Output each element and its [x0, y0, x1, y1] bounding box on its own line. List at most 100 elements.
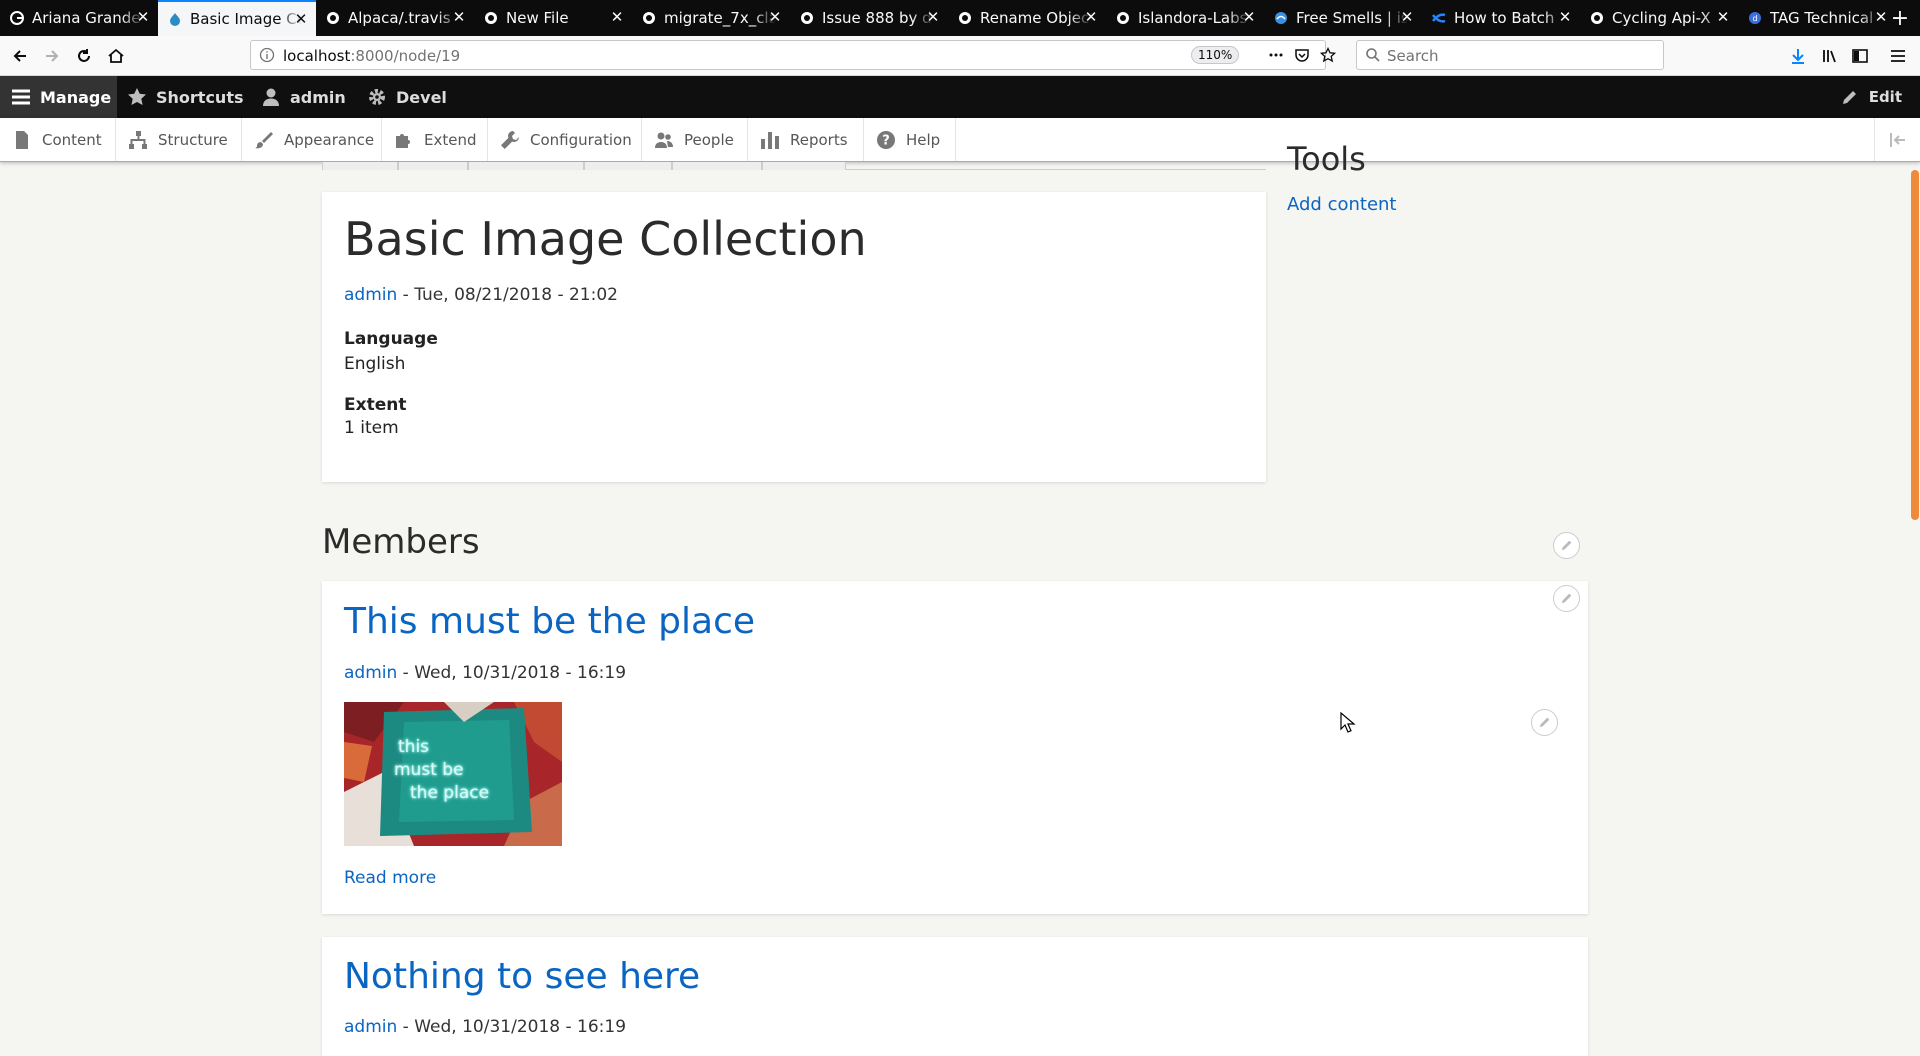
- bookmark-star-icon[interactable]: [1319, 46, 1337, 64]
- mouse-cursor-icon: [1340, 712, 1356, 733]
- star-icon: [126, 86, 148, 108]
- close-tab-icon[interactable]: ✕: [1716, 10, 1730, 25]
- tab-title: New File: [506, 9, 569, 27]
- read-more-link[interactable]: Read more: [344, 868, 436, 888]
- browser-tab[interactable]: Islandora-Labs ✕: [1106, 0, 1264, 36]
- close-tab-icon[interactable]: ✕: [926, 10, 940, 25]
- author-link[interactable]: admin: [344, 285, 397, 305]
- tray-item-label: Help: [906, 130, 941, 149]
- close-tab-icon[interactable]: ✕: [1400, 10, 1414, 25]
- reload-button[interactable]: [72, 44, 96, 68]
- browser-tab[interactable]: Alpaca/.travis ✕: [316, 0, 474, 36]
- author-link[interactable]: admin: [344, 1017, 397, 1037]
- downloads-icon[interactable]: [1788, 46, 1808, 66]
- teaser-title-link[interactable]: Nothing to see here: [344, 956, 700, 997]
- browser-tab-active[interactable]: Basic Image Collection ✕: [158, 0, 316, 36]
- tab-title: Rename Objects: [980, 9, 1092, 27]
- local-task-tab[interactable]: [468, 162, 584, 170]
- browser-tab[interactable]: Issue 888 by d ✕: [790, 0, 948, 36]
- back-button[interactable]: [8, 44, 32, 68]
- admin-toolbar-tray: Content Structure Appearance Extend Conf…: [0, 118, 1920, 162]
- browser-tab[interactable]: d TAG Technical ✕: [1738, 0, 1896, 36]
- tray-item-people[interactable]: People: [642, 118, 748, 161]
- tray-item-configuration[interactable]: Configuration: [488, 118, 642, 161]
- bar-chart-icon: [760, 129, 780, 151]
- confluence-icon: [1432, 11, 1446, 25]
- local-task-tab[interactable]: [584, 162, 672, 170]
- members-heading: Members: [322, 522, 480, 562]
- add-content-link[interactable]: Add content: [1287, 194, 1397, 215]
- scrollbar-thumb[interactable]: [1911, 170, 1919, 520]
- toolbar-devel-label: Devel: [396, 87, 447, 107]
- gear-icon: [366, 86, 388, 108]
- close-tab-icon[interactable]: ✕: [1084, 10, 1098, 25]
- github-icon: [642, 11, 656, 25]
- close-tab-icon[interactable]: ✕: [136, 10, 150, 25]
- browser-navigation-bar: localhost:8000/node/19 110% Search: [0, 36, 1920, 76]
- neon-line: this: [398, 737, 430, 757]
- github-icon: [958, 11, 972, 25]
- zoom-level-badge[interactable]: 110%: [1191, 46, 1240, 64]
- browser-tab[interactable]: Free Smells | is ✕: [1264, 0, 1422, 36]
- paintbrush-icon: [254, 129, 274, 151]
- page-actions-icon[interactable]: [1267, 46, 1285, 64]
- tray-item-label: Extend: [424, 130, 477, 149]
- url-text[interactable]: localhost:8000/node/19: [283, 47, 460, 65]
- info-icon[interactable]: [259, 47, 275, 63]
- tray-item-reports[interactable]: Reports: [748, 118, 864, 161]
- library-icon[interactable]: [1820, 46, 1840, 66]
- local-task-tab[interactable]: [762, 162, 846, 170]
- browser-tab-strip: Ariana Grande ✕ Basic Image Collection ✕…: [0, 0, 1920, 36]
- close-tab-icon[interactable]: ✕: [610, 10, 624, 25]
- search-bar[interactable]: Search: [1356, 40, 1664, 70]
- tab-title: Issue 888 by d: [822, 9, 932, 27]
- url-bar[interactable]: localhost:8000/node/19 110%: [250, 40, 1336, 70]
- svg-text:?: ?: [882, 133, 890, 148]
- close-tab-icon[interactable]: ✕: [1558, 10, 1572, 25]
- tray-orientation-toggle[interactable]: [1874, 118, 1920, 161]
- close-tab-icon[interactable]: ✕: [452, 10, 466, 25]
- page-scrollbar[interactable]: [1910, 162, 1920, 1056]
- contextual-edit-pencil-icon[interactable]: [1553, 585, 1580, 612]
- browser-tab[interactable]: Cycling Api-X ✕: [1580, 0, 1738, 36]
- toolbar-user[interactable]: admin: [260, 76, 346, 118]
- browser-tab[interactable]: Rename Objects ✕: [948, 0, 1106, 36]
- contextual-edit-pencil-icon[interactable]: [1553, 532, 1580, 559]
- local-task-tab[interactable]: [322, 162, 398, 170]
- pocket-icon[interactable]: [1293, 46, 1311, 64]
- local-task-tab[interactable]: [672, 162, 762, 170]
- browser-tab[interactable]: Ariana Grande ✕: [0, 0, 158, 36]
- browser-tab[interactable]: New File ✕: [474, 0, 632, 36]
- teaser-title-link[interactable]: This must be the place: [344, 601, 755, 642]
- toolbar-manage[interactable]: Manage: [0, 76, 117, 118]
- toolbar-devel[interactable]: Devel: [366, 76, 447, 118]
- search-placeholder: Search: [1387, 47, 1439, 65]
- browser-tab[interactable]: How to Batch ✕: [1422, 0, 1580, 36]
- home-button[interactable]: [104, 44, 128, 68]
- tray-item-extend[interactable]: Extend: [382, 118, 488, 161]
- sidebar-toggle-icon[interactable]: [1850, 46, 1870, 66]
- author-link[interactable]: admin: [344, 663, 397, 683]
- toolbar-manage-label: Manage: [40, 87, 112, 107]
- tray-item-content[interactable]: Content: [0, 118, 116, 161]
- tray-item-help[interactable]: ? Help: [864, 118, 956, 161]
- contextual-edit-pencil-icon[interactable]: [1531, 709, 1558, 736]
- close-tab-icon[interactable]: ✕: [1242, 10, 1256, 25]
- toolbar-edit[interactable]: Edit: [1839, 76, 1902, 118]
- new-tab-button[interactable]: +: [1880, 0, 1920, 36]
- forward-button[interactable]: [40, 44, 64, 68]
- menu-hamburger-icon[interactable]: [1888, 46, 1908, 66]
- teaser-thumbnail-image[interactable]: this must be the place: [344, 702, 562, 846]
- field-label-language: Language: [344, 329, 438, 349]
- browser-tab[interactable]: migrate_7x_claw ✕: [632, 0, 790, 36]
- tray-item-appearance[interactable]: Appearance: [242, 118, 382, 161]
- close-tab-icon[interactable]: ✕: [294, 12, 308, 27]
- local-task-tab[interactable]: [398, 162, 468, 170]
- github-icon: [326, 11, 340, 25]
- toolbar-shortcuts[interactable]: Shortcuts: [126, 76, 244, 118]
- close-tab-icon[interactable]: ✕: [768, 10, 782, 25]
- tab-title: How to Batch: [1454, 9, 1555, 27]
- tray-item-structure[interactable]: Structure: [116, 118, 242, 161]
- tray-item-label: Content: [42, 130, 102, 149]
- field-value-language: English: [344, 354, 406, 374]
